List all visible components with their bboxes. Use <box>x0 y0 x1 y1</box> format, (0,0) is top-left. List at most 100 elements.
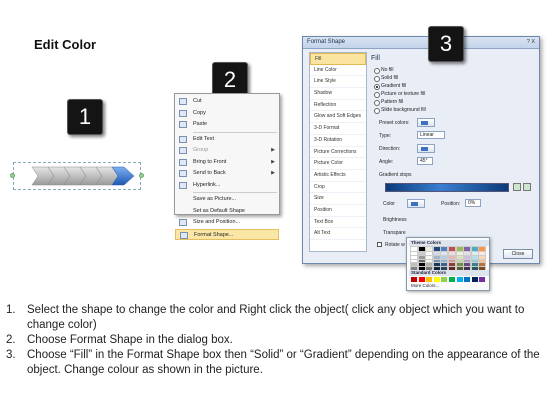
nav-item-crop[interactable]: Crop <box>310 182 366 194</box>
position-input[interactable]: 0% <box>465 199 481 207</box>
nav-item-shadow[interactable]: Shadow <box>310 88 366 100</box>
fill-heading: Fill <box>371 55 380 62</box>
paste-icon <box>179 121 187 128</box>
menu-item-size-position[interactable]: Size and Position... <box>175 217 279 229</box>
theme-color-swatch[interactable] <box>463 246 472 252</box>
theme-color-swatch[interactable] <box>425 246 434 252</box>
nav-item-reflection[interactable]: Reflection <box>310 100 366 112</box>
gradient-stops-bar[interactable] <box>385 183 509 192</box>
radio-no-fill[interactable]: No fill <box>373 66 394 74</box>
context-menu: Cut Copy Paste Edit Text Group ▶ Bring to… <box>174 93 280 240</box>
standard-color-swatch[interactable] <box>411 277 417 282</box>
position-label: Position: <box>441 201 461 207</box>
submenu-arrow-icon: ▶ <box>271 158 275 165</box>
theme-color-swatch[interactable] <box>478 246 487 252</box>
standard-color-swatch[interactable] <box>456 277 463 282</box>
theme-color-grid <box>410 246 487 272</box>
menu-divider <box>193 131 277 133</box>
standard-color-swatch[interactable] <box>433 277 440 282</box>
menu-item-edit-text[interactable]: Edit Text <box>175 134 279 146</box>
radio-pattern-fill[interactable]: Pattern fill <box>373 98 403 106</box>
nav-item-position[interactable]: Position <box>310 205 366 217</box>
instruction-number: 2. <box>6 334 16 346</box>
nav-item-line-style[interactable]: Line Style <box>310 76 366 89</box>
instruction-list: 1. Select the shape to change the color … <box>6 303 554 378</box>
menu-item-hyperlink[interactable]: Hyperlink... <box>175 180 279 192</box>
add-stop-icon[interactable] <box>513 183 521 191</box>
standard-color-swatch[interactable] <box>426 277 433 282</box>
standard-color-swatch[interactable] <box>418 277 425 282</box>
rotate-with-shape-checkbox[interactable] <box>377 242 382 247</box>
nav-item-picture-corrections[interactable]: Picture Corrections <box>310 147 366 159</box>
preset-colors-dropdown[interactable] <box>417 118 435 127</box>
chevron-arrow-graphic <box>31 166 135 186</box>
step-1-badge: 1 <box>67 99 103 135</box>
theme-color-swatch[interactable] <box>417 246 426 252</box>
close-button[interactable]: Close <box>503 249 533 259</box>
dialog-category-list: Fill Line Color Line Style Shadow Reflec… <box>309 52 367 252</box>
standard-color-swatch[interactable] <box>449 277 455 282</box>
nav-item-line-color[interactable]: Line Color <box>310 65 366 77</box>
menu-item-group[interactable]: Group ▶ <box>175 145 279 157</box>
theme-color-swatch[interactable] <box>410 246 418 252</box>
group-icon <box>179 147 187 154</box>
hyperlink-icon <box>179 181 187 189</box>
rotate-with-shape-label: Rotate w <box>385 242 405 248</box>
nav-item-size[interactable]: Size <box>310 193 366 205</box>
dialog-window-controls[interactable]: ? X <box>527 39 535 45</box>
standard-color-swatch[interactable] <box>464 277 471 282</box>
step-3-badge: 3 <box>428 26 464 62</box>
theme-color-swatch[interactable] <box>432 246 441 252</box>
bring-front-icon <box>179 158 187 166</box>
radio-picture-fill[interactable]: Picture or texture fill <box>373 90 425 98</box>
theme-color-swatch[interactable] <box>440 246 449 252</box>
remove-stop-icon[interactable] <box>523 183 531 191</box>
nav-item-alt-text[interactable]: Alt Text <box>310 228 366 240</box>
nav-item-artistic-effects[interactable]: Artistic Effects <box>310 170 366 182</box>
angle-input[interactable]: 45° <box>417 157 433 165</box>
standard-color-swatch[interactable] <box>471 277 478 282</box>
instruction-text: Choose “Fill” in the Format Shape box th… <box>27 349 540 376</box>
stop-color-dropdown[interactable] <box>407 199 425 208</box>
edit-text-icon <box>179 135 187 143</box>
theme-color-swatch[interactable] <box>470 246 479 252</box>
theme-color-swatch[interactable] <box>455 246 464 252</box>
send-back-icon <box>179 170 187 177</box>
menu-item-set-default-shape[interactable]: Set as Default Shape <box>175 206 279 218</box>
instruction-text: Choose Format Shape in the dialog box. <box>27 334 233 346</box>
menu-item-bring-to-front[interactable]: Bring to Front ▶ <box>175 157 279 169</box>
menu-item-cut[interactable]: Cut <box>175 96 279 108</box>
standard-color-swatch[interactable] <box>479 277 486 282</box>
copy-icon <box>179 109 187 117</box>
menu-item-save-as-picture[interactable]: Save as Picture... <box>175 194 279 206</box>
dialog-title: Format Shape <box>307 39 346 45</box>
more-colors-link[interactable]: More Colors... <box>411 283 439 288</box>
radio-solid-fill[interactable]: Solid fill <box>373 74 398 82</box>
menu-item-send-to-back[interactable]: Send to Back ▶ <box>175 168 279 180</box>
preset-colors-label: Preset colors: <box>379 120 410 126</box>
nav-item-3d-format[interactable]: 3-D Format <box>310 123 366 135</box>
menu-item-paste[interactable]: Paste <box>175 119 279 131</box>
nav-item-text-box[interactable]: Text Box <box>310 217 366 229</box>
format-shape-dialog: Format Shape ? X Fill Line Color Line St… <box>302 36 540 264</box>
nav-item-glow-soft-edges[interactable]: Glow and Soft Edges <box>310 111 366 124</box>
nav-item-3d-rotation[interactable]: 3-D Rotation <box>310 135 366 147</box>
nav-item-fill[interactable]: Fill <box>310 53 366 65</box>
nav-item-picture-color[interactable]: Picture Color <box>310 158 366 170</box>
radio-gradient-fill[interactable]: Gradient fill <box>373 82 406 90</box>
instruction-item: 2. Choose Format Shape in the dialog box… <box>6 333 554 348</box>
type-select[interactable]: Linear <box>417 131 445 139</box>
submenu-arrow-icon: ▶ <box>271 147 275 153</box>
menu-item-copy[interactable]: Copy <box>175 108 279 120</box>
radio-slide-background-fill[interactable]: Slide background fill <box>373 106 426 114</box>
format-shape-icon <box>180 231 188 239</box>
selected-chevron-shape[interactable] <box>10 158 144 194</box>
direction-label: Direction: <box>379 146 401 152</box>
dialog-titlebar[interactable]: Format Shape ? X <box>303 37 539 49</box>
color-picker-popup: Theme Colors Standard Colors More Colors… <box>406 237 490 291</box>
angle-label: Angle: <box>379 159 394 165</box>
direction-dropdown[interactable] <box>417 144 435 153</box>
standard-color-swatch[interactable] <box>441 277 448 282</box>
theme-color-swatch[interactable] <box>448 246 456 252</box>
menu-item-format-shape[interactable]: Format Shape... <box>175 228 279 240</box>
